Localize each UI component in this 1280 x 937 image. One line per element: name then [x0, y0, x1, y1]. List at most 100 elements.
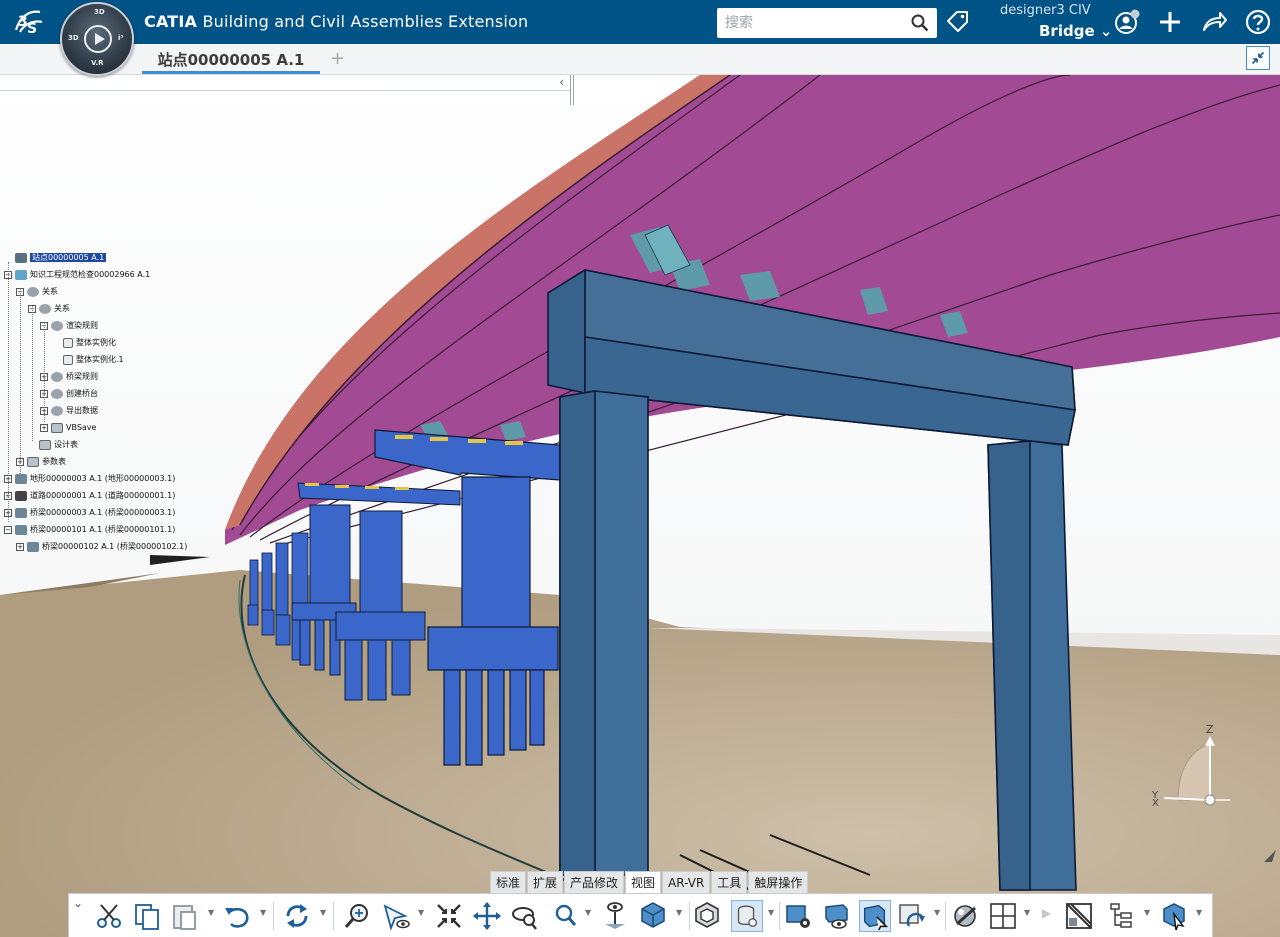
- split-view-dropdown-icon[interactable]: ▼: [1024, 908, 1030, 917]
- tree-node[interactable]: 站点00000005 A.1: [4, 250, 107, 266]
- section-tab[interactable]: AR-VR: [662, 871, 711, 893]
- cut-icon[interactable]: [93, 900, 125, 932]
- hide-show-dropdown-icon[interactable]: ▼: [768, 908, 774, 917]
- action-bar-collapse-icon[interactable]: ⌄: [73, 896, 83, 910]
- tree-node[interactable]: + 导出数据: [40, 403, 98, 419]
- zoom-icon[interactable]: [549, 900, 581, 932]
- help-icon[interactable]: [1244, 8, 1272, 36]
- tree-node-label[interactable]: 关系: [54, 304, 70, 313]
- tree-node-label[interactable]: 桥梁00000101 A.1 (桥梁00000101.1): [30, 525, 175, 534]
- tree-node-label[interactable]: 知识工程规范检查00002966 A.1: [30, 270, 150, 279]
- hide-show-icon[interactable]: [731, 900, 763, 932]
- resize-corner-icon[interactable]: [1262, 848, 1278, 864]
- fly-dropdown-icon[interactable]: ▼: [418, 908, 424, 917]
- section-icon[interactable]: [859, 900, 891, 932]
- tree-node-label[interactable]: 关系: [42, 287, 58, 296]
- user-profile-icon[interactable]: [1113, 8, 1141, 36]
- 3d-viewport[interactable]: [0, 75, 1280, 937]
- tree-node[interactable]: + 桥梁00000003 A.1 (桥梁00000003.1): [4, 505, 175, 521]
- tree-node[interactable]: 整体实例化: [52, 335, 116, 351]
- tree-node[interactable]: + 桥梁00000102 A.1 (桥梁00000102.1): [16, 539, 187, 555]
- tree-node-label[interactable]: VBSave: [66, 423, 96, 432]
- 3d-compass-icon[interactable]: 3D 3D i³ V.R: [60, 2, 134, 76]
- split-view-icon[interactable]: [987, 900, 1019, 932]
- bridge-scene[interactable]: [0, 75, 1280, 937]
- tree-node-label[interactable]: 渲染规则: [66, 321, 98, 330]
- zoom-area-icon[interactable]: [341, 900, 373, 932]
- expand-node-icon[interactable]: +: [16, 543, 24, 551]
- tree-node[interactable]: + 地形00000003 A.1 (地形00000003.1): [4, 471, 175, 487]
- visualization-icon[interactable]: [821, 900, 853, 932]
- normal-view-icon[interactable]: [599, 900, 631, 932]
- tree-node-label[interactable]: 创建桥台: [66, 389, 98, 398]
- tree-node-label[interactable]: 地形00000003 A.1 (地形00000003.1): [30, 474, 175, 483]
- tree-node-label[interactable]: 桥梁00000003 A.1 (桥梁00000003.1): [30, 508, 175, 517]
- tree-node[interactable]: + 道路00000001 A.1 (道路00000001.1): [4, 488, 175, 504]
- tree-node-label[interactable]: 桥梁00000102 A.1 (桥梁00000102.1): [42, 542, 187, 551]
- tree-icon[interactable]: [1107, 900, 1139, 932]
- undo-dropdown-icon[interactable]: ▼: [260, 908, 266, 917]
- restore-view-icon[interactable]: [1246, 46, 1270, 70]
- tree-node[interactable]: 整体实例化.1: [52, 352, 124, 368]
- collapse-node-icon[interactable]: −: [4, 526, 12, 534]
- tree-node[interactable]: − 桥梁00000101 A.1 (桥梁00000101.1): [4, 522, 175, 538]
- tree-node[interactable]: + 创建桥台: [40, 386, 98, 402]
- tree-node-label[interactable]: 导出数据: [66, 406, 98, 415]
- tree-node-label[interactable]: 站点00000005 A.1: [30, 253, 107, 262]
- tree-node[interactable]: − 关系: [28, 301, 70, 317]
- tree-node-label[interactable]: 参数表: [42, 457, 66, 466]
- axis-triad-icon[interactable]: Z X Y: [1150, 720, 1230, 820]
- paste-icon[interactable]: [169, 900, 201, 932]
- rotate-icon[interactable]: [509, 900, 541, 932]
- collab-space-selector[interactable]: Bridge ⌄: [1039, 22, 1112, 40]
- section-tab[interactable]: 扩展: [527, 871, 564, 893]
- paste-dropdown-icon[interactable]: ▼: [208, 908, 214, 917]
- ambiance-dropdown-icon[interactable]: ▼: [934, 908, 940, 917]
- tree-node[interactable]: + 参数表: [16, 454, 66, 470]
- section-tab[interactable]: 工具: [711, 871, 748, 893]
- render-style-icon[interactable]: [691, 900, 723, 932]
- search-icon[interactable]: [911, 14, 929, 32]
- tree-node[interactable]: + VBSave: [40, 420, 96, 436]
- add-icon[interactable]: [1156, 8, 1184, 36]
- 3ds-logo-icon[interactable]: 3 S: [10, 6, 48, 38]
- view-mode-icon[interactable]: [783, 900, 815, 932]
- tree-node-label[interactable]: 桥梁规则: [66, 372, 98, 381]
- ambiance-icon[interactable]: [897, 900, 929, 932]
- fly-icon[interactable]: [381, 900, 413, 932]
- tag-icon[interactable]: [945, 9, 971, 35]
- view-dropdown-icon[interactable]: ▼: [676, 908, 682, 917]
- undo-icon[interactable]: [221, 900, 253, 932]
- section-tab[interactable]: 视图: [625, 871, 662, 893]
- flat-view-icon[interactable]: [1063, 900, 1095, 932]
- tree-node-label[interactable]: 整体实例化: [76, 338, 116, 347]
- fit-all-icon[interactable]: [433, 900, 465, 932]
- collapse-panel-icon[interactable]: ‹: [559, 75, 564, 89]
- assembly-icon[interactable]: [1159, 900, 1191, 932]
- tree-node-label[interactable]: 道路00000001 A.1 (道路00000001.1): [30, 491, 175, 500]
- tree-node[interactable]: + 桥梁规则: [40, 369, 98, 385]
- assembly-dropdown-icon[interactable]: ▼: [1196, 908, 1202, 917]
- user-name[interactable]: designer3 CIV: [1000, 3, 1091, 18]
- search-input[interactable]: [717, 8, 897, 38]
- section-tab[interactable]: 标准: [490, 871, 527, 893]
- update-dropdown-icon[interactable]: ▼: [320, 908, 326, 917]
- panel-splitter[interactable]: [570, 75, 574, 105]
- iso-view-icon[interactable]: [637, 900, 669, 932]
- pan-icon[interactable]: [471, 900, 503, 932]
- tree-node[interactable]: − 渲染规则: [40, 318, 98, 334]
- section-tab[interactable]: 产品修改: [564, 871, 625, 893]
- play-icon[interactable]: [84, 25, 112, 53]
- tree-dropdown-icon[interactable]: ▼: [1144, 908, 1150, 917]
- update-icon[interactable]: [281, 900, 313, 932]
- tree-node-label[interactable]: 整体实例化.1: [76, 355, 124, 364]
- tree-node[interactable]: − 关系: [16, 284, 58, 300]
- section-tab[interactable]: 触屏操作: [748, 871, 809, 893]
- zoom-dropdown-icon[interactable]: ▼: [585, 908, 591, 917]
- copy-icon[interactable]: [131, 900, 163, 932]
- more-arrow-icon[interactable]: ▶: [1042, 906, 1051, 920]
- expand-node-icon[interactable]: +: [40, 424, 48, 432]
- share-icon[interactable]: [1200, 8, 1228, 36]
- capture-icon[interactable]: [949, 900, 981, 932]
- add-tab-button[interactable]: +: [330, 48, 345, 69]
